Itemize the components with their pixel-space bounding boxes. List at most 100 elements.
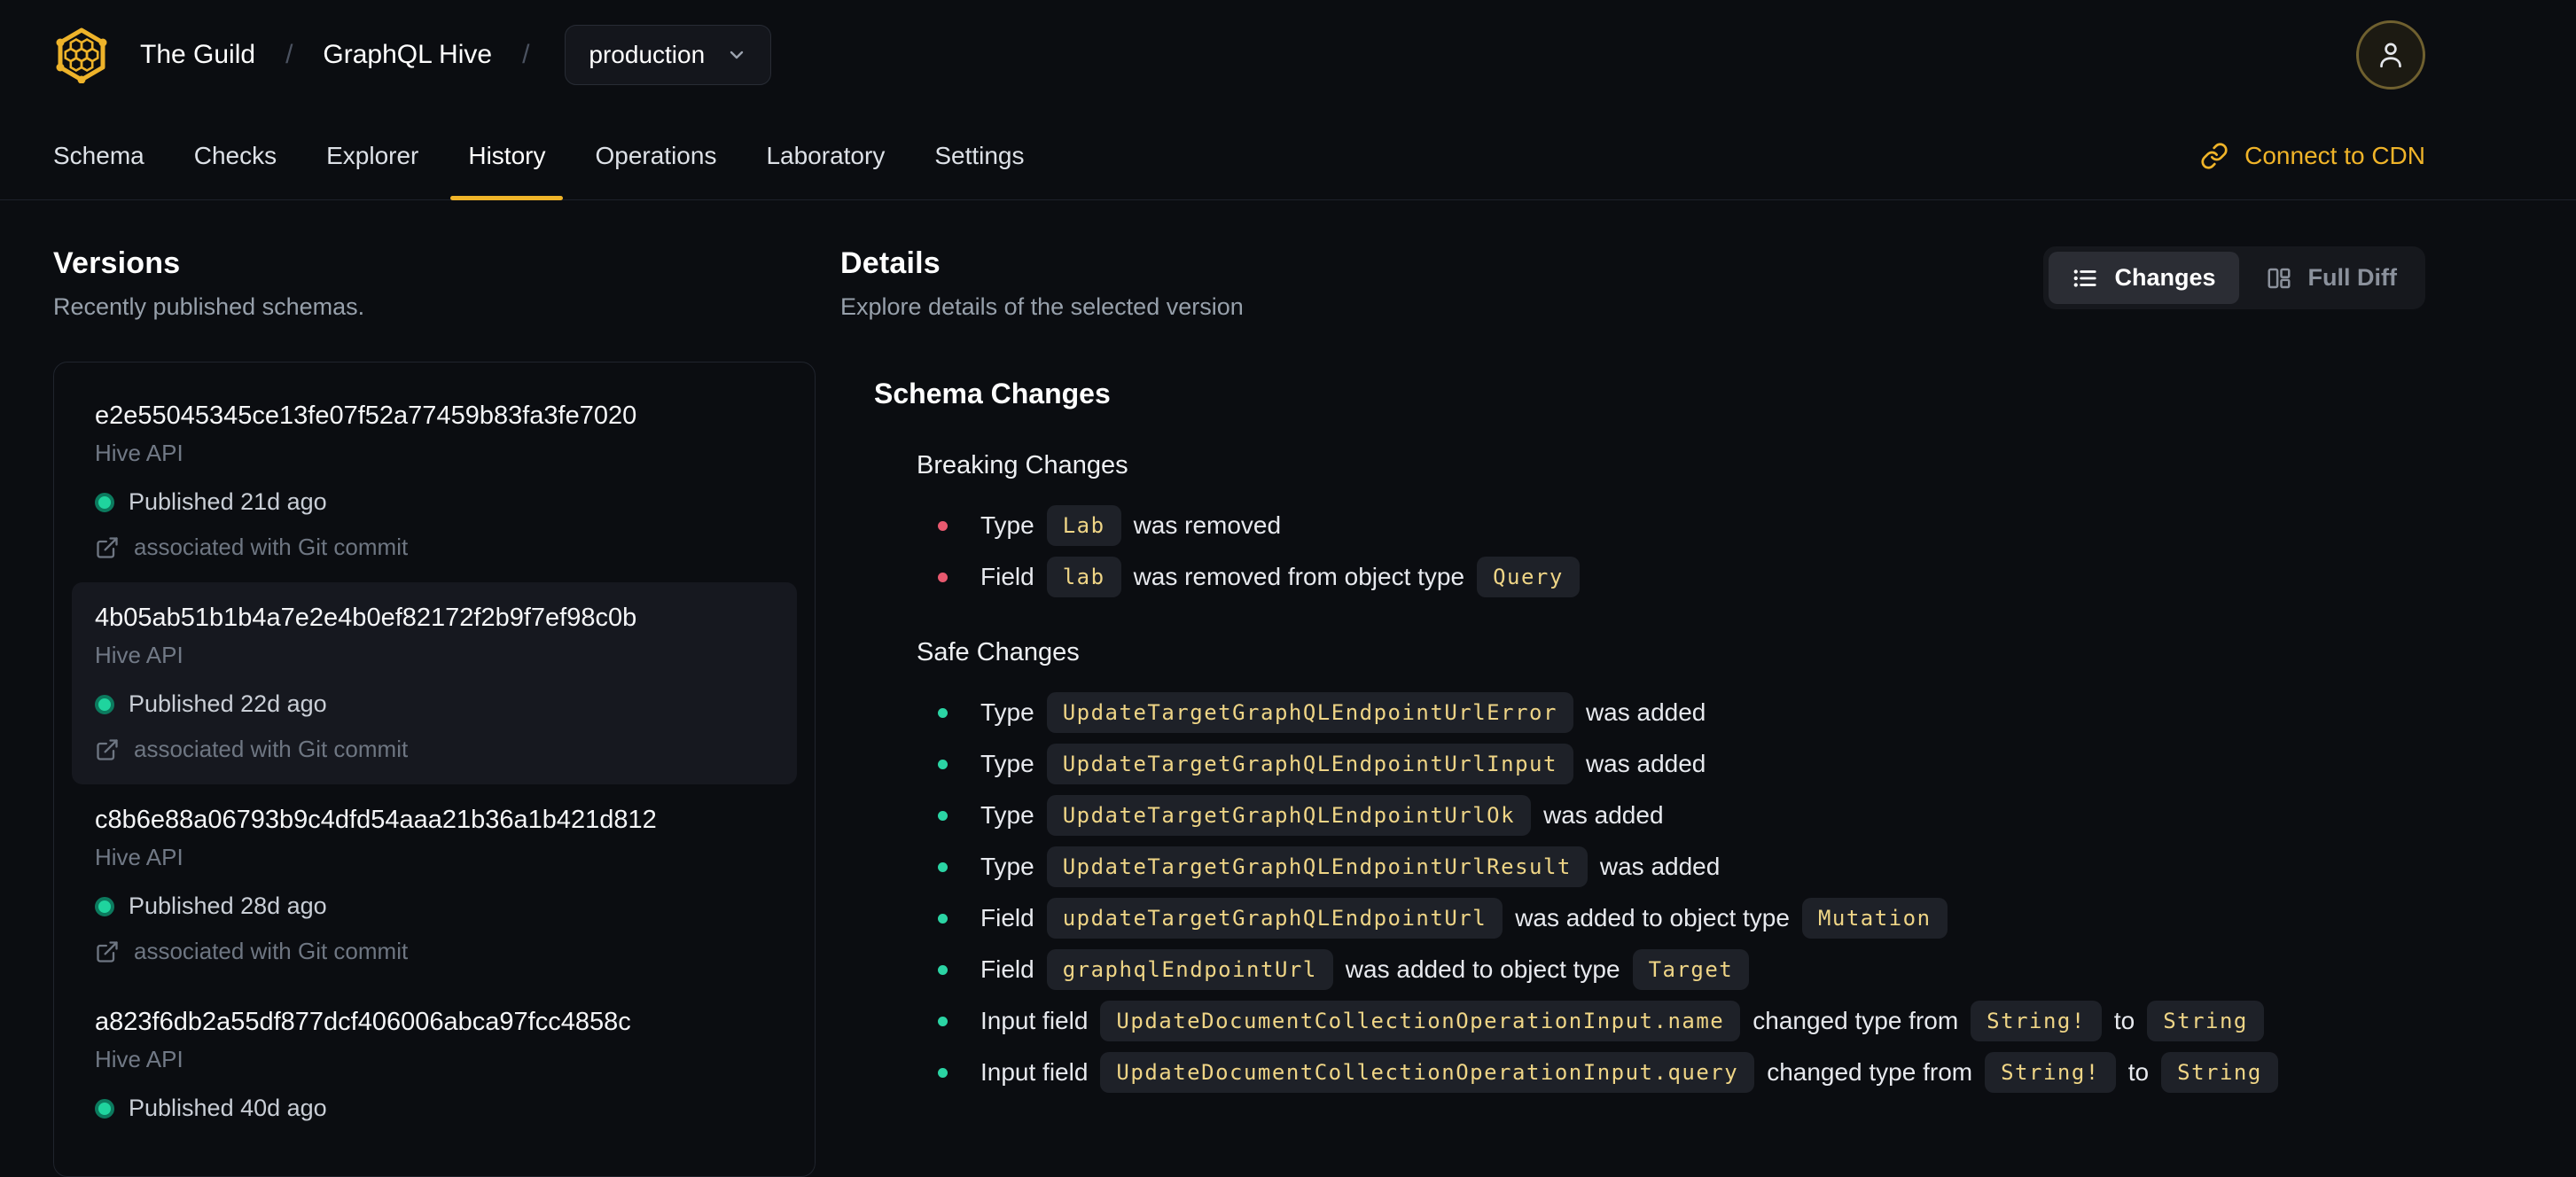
change-text: Type <box>980 750 1034 777</box>
breadcrumb-org[interactable]: The Guild <box>140 40 255 70</box>
change-text: Field <box>980 563 1034 590</box>
versions-panel: Versions Recently published schemas. e2e… <box>53 246 816 1177</box>
tab-label: Operations <box>595 141 717 169</box>
tab-explorer[interactable]: Explorer <box>301 112 443 199</box>
version-git-row: associated with Git commit <box>95 534 774 561</box>
version-git-link[interactable]: associated with Git commit <box>134 938 408 965</box>
change-item: Field lab was removed from object type Quer… <box>938 557 2425 597</box>
target-selector-dropdown[interactable]: production <box>565 25 772 85</box>
change-text: Field <box>980 904 1034 931</box>
safe-bullet-icon <box>938 861 948 872</box>
change-item: Type UpdateTargetGraphQLEndpointUrlResult… <box>938 846 2425 887</box>
change-groups: Breaking Changes Type Lab was removed Field… <box>874 451 2425 1093</box>
change-text: was added to object type <box>1345 955 1620 983</box>
connect-to-cdn-button[interactable]: Connect to CDN <box>2200 112 2425 199</box>
tab-checks[interactable]: Checks <box>169 112 301 199</box>
change-text: was added to object type <box>1515 904 1790 931</box>
version-git-row: associated with Git commit <box>95 938 774 965</box>
tab-label: Checks <box>193 141 277 169</box>
change-text: was added <box>1543 801 1664 829</box>
version-git-link[interactable]: associated with Git commit <box>134 534 408 561</box>
code-chip: Mutation <box>1801 898 1948 939</box>
version-card[interactable]: 4b05ab51b1b4a7e2e4b0ef82172f2b9f7ef98c0b… <box>72 582 797 784</box>
main-nav: Schema Checks Explorer History Operation… <box>0 112 2576 200</box>
change-item: Field updateTargetGraphQLEndpointUrl was a… <box>938 898 2425 939</box>
external-link-icon <box>97 536 118 558</box>
version-published: Published 40d ago <box>129 1095 327 1121</box>
code-chip: UpdateTargetGraphQLEndpointUrlInput <box>1046 744 1573 784</box>
change-text: was removed from object type <box>1133 563 1465 590</box>
change-item: Type Lab was removed <box>938 505 2425 546</box>
version-card[interactable]: c8b6e88a06793b9c4dfd54aaa21b36a1b421d812… <box>72 784 797 986</box>
change-text: Field <box>980 955 1034 983</box>
tab-label: Explorer <box>326 141 419 169</box>
version-hash: c8b6e88a06793b9c4dfd54aaa21b36a1b421d812 <box>95 806 657 834</box>
version-hash: e2e55045345ce13fe07f52a77459b83fa3fe7020 <box>95 401 637 430</box>
code-chip: UpdateTargetGraphQLEndpointUrlError <box>1046 692 1573 733</box>
change-item: Type UpdateTargetGraphQLEndpointUrlInput w… <box>938 744 2425 784</box>
version-service: Hive API <box>95 440 183 466</box>
code-chip: Target <box>1632 949 1750 990</box>
change-item: Field graphqlEndpointUrl was added to obje… <box>938 949 2425 990</box>
tab-label: Settings <box>934 141 1025 169</box>
details-title: Details <box>840 246 941 280</box>
tab-label: Laboratory <box>766 141 886 169</box>
change-item: Input field UpdateDocumentCollectionOpera… <box>938 1001 2425 1041</box>
tab-settings[interactable]: Settings <box>909 112 1049 199</box>
breadcrumb-separator: / <box>522 40 530 69</box>
tab-label: History <box>468 141 546 169</box>
list-icon <box>2074 269 2097 287</box>
code-chip: UpdateTargetGraphQLEndpointUrlResult <box>1046 846 1588 887</box>
versions-subtitle: Recently published schemas. <box>53 293 365 320</box>
code-chip: UpdateDocumentCollectionOperationInput.n… <box>1100 1001 1741 1041</box>
version-published: Published 21d ago <box>129 488 327 515</box>
change-list: Type UpdateTargetGraphQLEndpointUrlError w… <box>917 692 2425 1093</box>
tab-history[interactable]: History <box>443 112 570 200</box>
change-text: was added <box>1599 853 1721 880</box>
change-group: Safe Changes Type UpdateTargetGraphQLEndp… <box>874 638 2425 1093</box>
breadcrumb-project[interactable]: GraphQL Hive <box>323 40 492 70</box>
tab-schema[interactable]: Schema <box>28 112 169 199</box>
version-status-row: Published 40d ago <box>95 1095 774 1122</box>
tab-label: Schema <box>53 141 144 169</box>
change-list: Type Lab was removed Field lab was removed fr… <box>917 505 2425 597</box>
change-item: Type UpdateTargetGraphQLEndpointUrlError w… <box>938 692 2425 733</box>
change-text: changed type from <box>1767 1058 1973 1086</box>
safe-bullet-icon <box>938 913 948 924</box>
change-text: Input field <box>980 1007 1089 1034</box>
version-card[interactable]: e2e55045345ce13fe07f52a77459b83fa3fe7020… <box>72 380 797 582</box>
code-chip: String! <box>1985 1052 2116 1093</box>
change-text: was added <box>1585 750 1706 777</box>
full-diff-view-button[interactable]: Full Diff <box>2243 252 2420 304</box>
code-chip: updateTargetGraphQLEndpointUrl <box>1046 898 1503 939</box>
version-published: Published 22d ago <box>129 690 327 717</box>
published-dot <box>95 1098 114 1119</box>
tab-operations[interactable]: Operations <box>570 112 741 199</box>
change-item: Type UpdateTargetGraphQLEndpointUrlOk was … <box>938 795 2425 836</box>
published-dot <box>95 694 114 714</box>
change-group: Breaking Changes Type Lab was removed Field… <box>874 451 2425 597</box>
code-chip: lab <box>1046 557 1121 597</box>
version-card[interactable]: a823f6db2a55df877dcf406006abca97fcc4858c… <box>72 986 797 1143</box>
page-content: Versions Recently published schemas. e2e… <box>0 200 2576 1177</box>
version-git-row: associated with Git commit <box>95 736 774 763</box>
version-git-link[interactable]: associated with Git commit <box>134 736 408 763</box>
code-chip: UpdateDocumentCollectionOperationInput.q… <box>1100 1052 1755 1093</box>
full-diff-view-label: Full Diff <box>2307 264 2397 291</box>
user-menu-button[interactable] <box>2356 20 2425 90</box>
target-selector-value: production <box>589 41 706 68</box>
version-hash: a823f6db2a55df877dcf406006abca97fcc4858c <box>95 1008 631 1036</box>
version-status-row: Published 22d ago <box>95 690 774 718</box>
details-subtitle: Explore details of the selected version <box>840 293 1244 320</box>
hive-logo-icon[interactable] <box>53 27 110 83</box>
tab-laboratory[interactable]: Laboratory <box>741 112 909 199</box>
nav-tabs: Schema Checks Explorer History Operation… <box>28 112 1050 200</box>
change-text: Type <box>980 511 1034 539</box>
versions-list: e2e55045345ce13fe07f52a77459b83fa3fe7020… <box>53 362 816 1177</box>
published-dot <box>95 492 114 512</box>
change-text: Type <box>980 698 1034 726</box>
code-chip: String <box>2161 1052 2278 1093</box>
code-chip: Lab <box>1046 505 1121 546</box>
view-toggle-group: Changes Full Diff <box>2043 246 2425 309</box>
changes-view-button[interactable]: Changes <box>2049 252 2239 304</box>
